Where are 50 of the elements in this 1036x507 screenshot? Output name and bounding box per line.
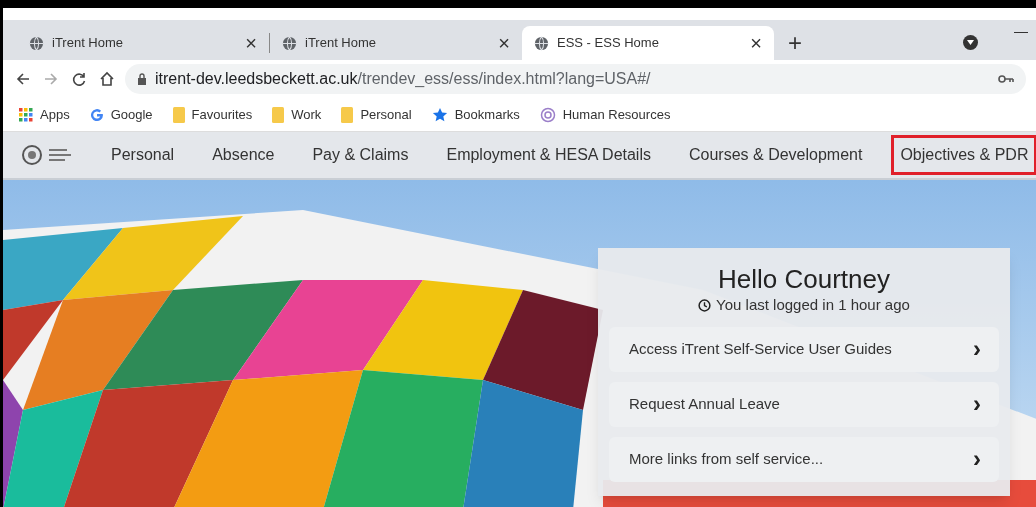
browser-tab[interactable]: iTrent Home × [270,26,522,60]
chevron-right-icon: › [973,447,981,471]
nav-menu-item[interactable]: Personal [111,143,175,167]
globe-icon [29,35,44,51]
minimize-button[interactable]: — [1014,21,1028,42]
globe-icon [534,35,549,51]
reload-icon[interactable] [71,71,87,87]
apps-grid-icon [19,107,33,122]
url-text: itrent-dev.leedsbeckett.ac.uk/trendev_ess/ess/index.html?lang=USA#/ [155,69,651,89]
greeting-heading: Hello Courtney [718,264,890,294]
nav-menu-item[interactable]: Pay & Claims [312,143,409,167]
bookmark-link[interactable]: Favourites [191,104,253,125]
folder-icon [272,106,285,123]
back-icon[interactable] [15,71,31,87]
tab-title: ESS - ESS Home [557,34,660,53]
quick-link[interactable]: Access iTrent Self-Service User Guides › [609,326,999,372]
tab-close-button[interactable]: × [245,33,257,53]
bookmark-link[interactable]: Apps [40,104,70,125]
nav-menu-item[interactable]: Employment & HESA Details [446,143,651,167]
quick-link[interactable]: More links from self service... › [609,436,999,482]
globe-icon [282,35,297,51]
nav-menu-item[interactable]: Courses & Development [689,143,863,167]
browser-tab[interactable]: iTrent Home × [17,26,269,60]
nav-menu-item[interactable]: Absence [212,143,275,167]
bookmark-link[interactable]: Bookmarks [454,104,520,125]
quick-link[interactable]: Request Annual Leave › [609,381,999,427]
bookmark-link[interactable]: Google [110,104,153,125]
star-icon [431,106,448,123]
bookmark-link[interactable]: Work [291,104,322,125]
chevron-right-icon: › [973,392,981,416]
bookmark-link[interactable]: Personal [360,104,412,125]
tab-title: iTrent Home [52,34,125,53]
lock-icon [137,73,147,85]
tab-search-icon[interactable] [963,35,978,50]
browser-tab[interactable]: ESS - ESS Home × [522,26,774,60]
last-login-text: You last logged in 1 hour ago [716,295,910,315]
folder-icon [172,106,185,123]
new-tab-button[interactable]: + [788,26,802,60]
tab-close-button[interactable]: × [498,33,510,53]
address-bar[interactable]: itrent-dev.leedsbeckett.ac.uk/trendev_ess/ess/index.html?lang=USA#/ [125,64,1026,94]
chevron-right-icon: › [973,337,981,361]
clock-icon [698,298,712,312]
tab-title: iTrent Home [305,34,378,53]
key-icon[interactable] [998,74,1014,84]
bookmark-link[interactable]: Human Resources [562,104,671,125]
home-icon[interactable] [99,71,115,87]
nav-menu-item[interactable]: Objectives & PDR [891,135,1036,175]
google-icon [89,107,104,122]
folder-icon [341,106,354,123]
tab-close-button[interactable]: × [750,33,762,53]
